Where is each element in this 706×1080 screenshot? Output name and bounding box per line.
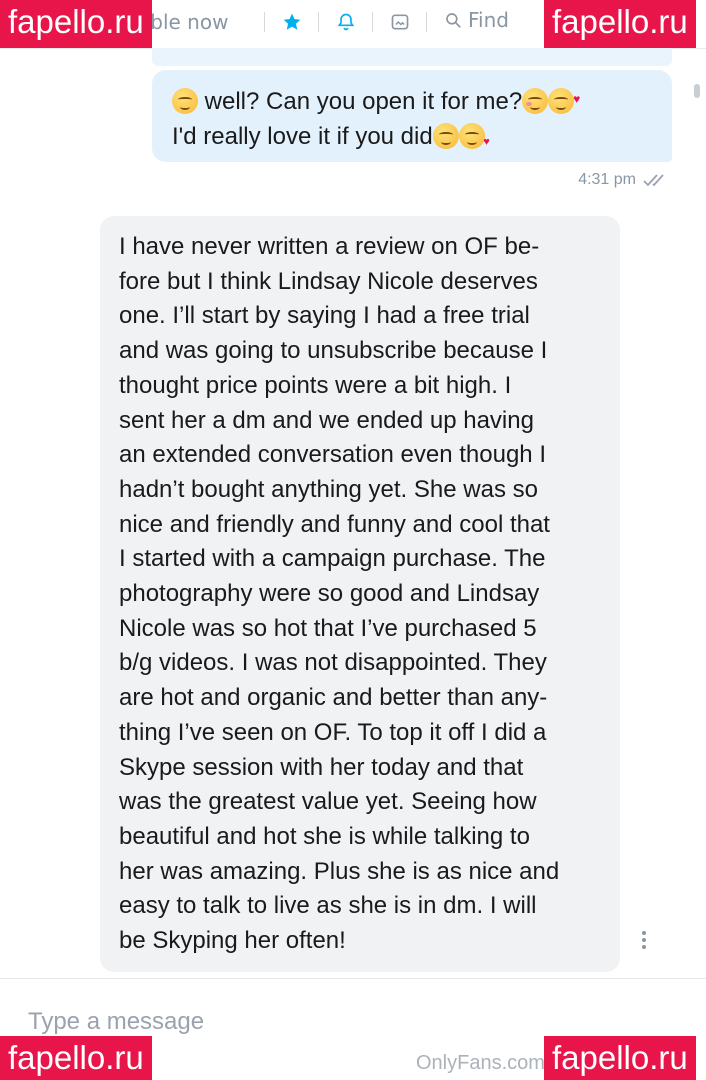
image-icon — [391, 14, 409, 30]
message-text-line: are hot and organic and better than any- — [119, 684, 548, 712]
toolbar-divider — [372, 12, 373, 32]
message-text-line: easy to talk to live as she is in dm. I … — [119, 892, 537, 920]
message-text-line: I have never written a review on OF be- — [119, 233, 540, 260]
favorite-button[interactable] — [279, 9, 305, 35]
message-text-line: b/g videos. I was not disappointed. They — [119, 649, 547, 677]
star-icon — [283, 13, 301, 30]
toolbar-divider — [426, 12, 427, 32]
message-timestamp: 4:31 pm — [578, 171, 636, 188]
message-text-line: hadn’t bought anything yet. She was so — [119, 475, 538, 503]
watermark-top-right: fapello.ru — [544, 0, 696, 48]
scrollbar[interactable] — [694, 84, 700, 98]
smirk-emoji-icon — [172, 88, 198, 114]
message-text-line: beautiful and hot she is while talking t… — [119, 822, 530, 850]
composer-divider — [0, 978, 706, 979]
watermark-bottom-left: fapello.ru — [0, 1036, 152, 1080]
message-text-line: nice and friendly and funny and cool tha… — [119, 510, 550, 538]
find-button[interactable]: Find — [444, 8, 509, 32]
message-meta: 4:31 pm — [520, 168, 672, 192]
message-options-button[interactable] — [634, 928, 654, 952]
toolbar-divider — [318, 12, 319, 32]
outgoing-message-line: I'd really love it if you did — [172, 119, 654, 160]
relieved-emoji-icon — [522, 88, 549, 114]
message-text-line: be Skyping her often! — [119, 927, 346, 955]
message-text-line: Skype session with her today and that — [119, 753, 524, 781]
message-text-line: I started with a campaign purchase. The — [119, 545, 546, 573]
kissing-emoji-icon — [432, 123, 459, 149]
watermark-bottom-right: fapello.ru — [544, 1036, 696, 1080]
blowing-kiss-emoji-icon — [458, 123, 490, 160]
double-check-icon — [643, 174, 664, 187]
bell-icon — [337, 13, 355, 31]
message-text-line: photography were so good and Lindsay — [119, 580, 540, 608]
message-input[interactable] — [28, 1004, 508, 1040]
outgoing-message-bubble[interactable]: well? Can you open it for me? I'd really… — [152, 70, 672, 162]
message-text-line: Nicole was so hot that I’ve purchased 5 — [119, 614, 537, 642]
message-text-line: sent her a dm and we ended up having — [119, 406, 534, 434]
message-text-line: an extended conversation even though I — [119, 441, 546, 469]
outgoing-message-line: well? Can you open it for me? — [172, 82, 654, 119]
message-text-line: fore but I think Lindsay Nicole deserves — [119, 267, 538, 295]
notifications-button[interactable] — [333, 9, 359, 35]
incoming-message-bubble[interactable]: I have never written a review on OF be- … — [100, 216, 620, 972]
watermark-top-left: fapello.ru — [0, 0, 152, 48]
toolbar-divider — [264, 12, 265, 32]
previous-message-edge — [152, 48, 672, 66]
more-vertical-icon — [642, 931, 646, 935]
message-text-line: her was amazing. Plus she is as nice and — [119, 857, 560, 885]
find-label: Find — [468, 8, 509, 32]
chat-page: able now Find well? Can you open it for … — [0, 0, 706, 1080]
message-text-line: thing I’ve seen on OF. To top it off I d… — [119, 718, 547, 746]
media-button[interactable] — [387, 9, 413, 35]
message-text-line: one. I’ll start by saying I had a free t… — [119, 302, 530, 330]
outgoing-message-text: well? Can you open it for me? — [204, 88, 523, 115]
message-text-line: thought price points were a bit high. I — [119, 371, 512, 399]
site-footer-text: OnlyFans.com — [416, 1052, 545, 1074]
message-text-line: was the greatest value yet. Seeing how — [119, 788, 537, 816]
smiling-hearts-emoji-icon — [548, 82, 580, 117]
message-text-line: and was going to unsubscribe because I — [119, 337, 548, 365]
outgoing-message-text: I'd really love it if you did — [172, 123, 433, 150]
search-icon — [446, 13, 461, 28]
